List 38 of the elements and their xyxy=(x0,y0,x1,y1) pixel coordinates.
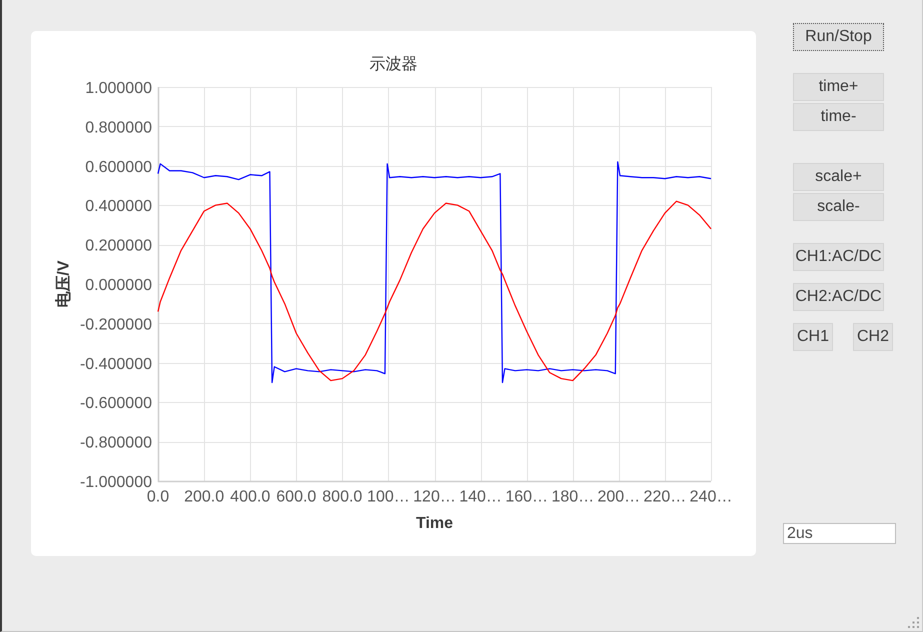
x-tick-label: 120… xyxy=(413,488,456,506)
y-tick-label: -0.400000 xyxy=(80,356,152,373)
x-tick-label: 160… xyxy=(505,488,548,506)
control-button[interactable]: CH2:AC/DC xyxy=(793,283,884,311)
x-tick-label: 400.0 xyxy=(230,488,270,506)
control-button[interactable]: scale+ xyxy=(793,163,884,191)
y-tick-label: 0.800000 xyxy=(85,119,152,136)
control-button[interactable]: time- xyxy=(793,103,884,131)
control-button[interactable]: CH1:AC/DC xyxy=(793,243,884,271)
x-tick-label: 200… xyxy=(597,488,640,506)
x-tick-label: 200.0 xyxy=(184,488,224,506)
y-tick-label: -0.600000 xyxy=(80,395,152,412)
y-axis-title: 电压/V xyxy=(56,260,72,308)
x-axis-title: Time xyxy=(416,515,454,532)
x-tick-label: 0.0 xyxy=(146,488,170,506)
y-tick-label: -0.800000 xyxy=(80,434,152,452)
x-tick-label: 220… xyxy=(644,488,686,506)
y-tick-label: 0.200000 xyxy=(85,238,152,255)
chart-title: 示波器 xyxy=(370,56,418,73)
control-button[interactable]: CH1 xyxy=(793,323,833,351)
x-tick-label: 240… xyxy=(690,488,732,506)
y-tick-label: 0.000000 xyxy=(85,277,152,294)
control-button[interactable]: Run/Stop xyxy=(793,23,884,51)
x-tick-label: 600.0 xyxy=(276,488,316,506)
control-button[interactable]: scale- xyxy=(793,193,884,221)
control-button[interactable]: time+ xyxy=(793,73,884,101)
y-tick-label: -0.200000 xyxy=(80,316,152,334)
control-button[interactable]: CH2 xyxy=(853,323,893,351)
y-tick-label: 0.400000 xyxy=(85,198,152,216)
x-tick-label: 800.0 xyxy=(322,488,362,506)
time-field[interactable]: 2us xyxy=(783,523,896,544)
x-tick-label: 180… xyxy=(551,488,594,506)
x-tick-label: 140… xyxy=(459,488,502,506)
y-tick-label: 1.000000 xyxy=(85,80,152,97)
resize-grip-icon[interactable] xyxy=(908,617,919,628)
y-tick-label: 0.600000 xyxy=(85,158,152,176)
y-tick-label: -1.000000 xyxy=(80,474,152,491)
x-tick-label: 100… xyxy=(367,488,410,506)
